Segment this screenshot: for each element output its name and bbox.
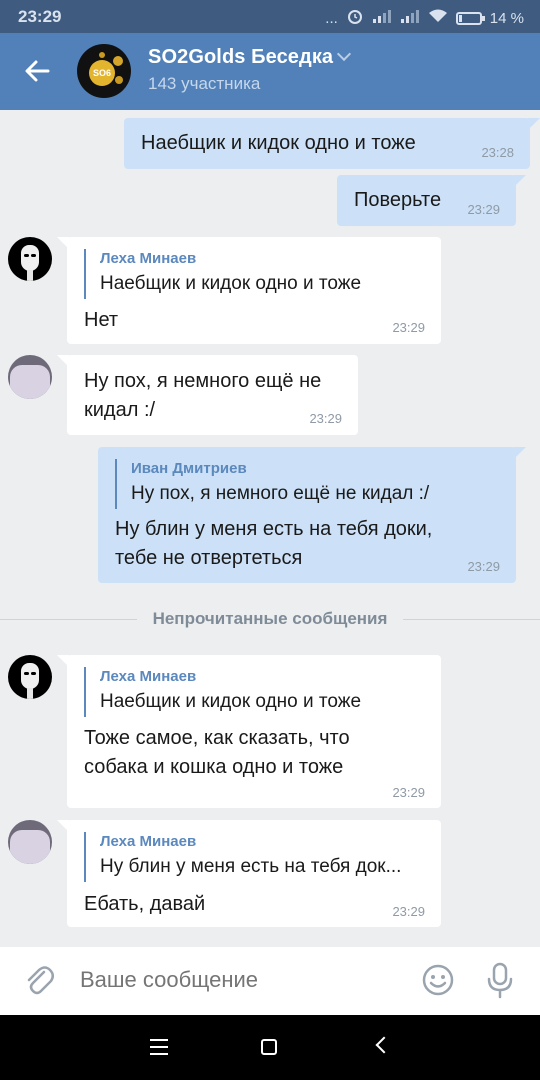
avatar[interactable] [8, 820, 52, 864]
message-time: 23:29 [392, 904, 425, 919]
reply-quote[interactable]: Иван Дмитриев Ну пох, я немного ещё не к… [115, 459, 429, 509]
avatar-eye [24, 672, 29, 675]
message-outgoing[interactable]: Поверьте 23:29 [337, 175, 526, 226]
message-time: 23:29 [392, 785, 425, 800]
chat-title[interactable]: SO2Golds Беседка [148, 46, 352, 69]
message-text-line: Ну блин у меня есть на тебя доки, [115, 518, 433, 540]
message-time: 23:29 [467, 202, 500, 217]
quote-author: Леха Минаев [100, 833, 197, 850]
alarm-icon [346, 7, 364, 29]
battery-percent: 14 % [489, 9, 524, 27]
notification-dots-icon: ... [325, 9, 338, 27]
quote-text: Ну блин у меня есть на тебя док... [100, 856, 402, 877]
nav-home-icon[interactable] [261, 1039, 277, 1055]
message-text: Поверьте [354, 189, 442, 211]
back-arrow-icon[interactable] [20, 53, 56, 89]
quote-author: Леха Минаев [100, 250, 197, 267]
unread-divider-label: Непрочитанные сообщения [0, 609, 540, 629]
unread-divider: Непрочитанные сообщения [0, 605, 540, 635]
message-text-line: кидал :/ [84, 399, 156, 421]
message-text: Нет [84, 309, 119, 331]
attach-icon[interactable] [22, 963, 56, 997]
avatar-dot [115, 76, 123, 84]
message-incoming[interactable]: Ну пох, я немного ещё не кидал :/ 23:29 [57, 355, 358, 435]
mic-icon[interactable] [483, 961, 517, 999]
quote-text: Наебщик и кидок одно и тоже [100, 273, 362, 294]
message-input[interactable] [80, 967, 400, 993]
nav-menu-icon[interactable] [150, 1039, 168, 1055]
message-time: 23:29 [467, 559, 500, 574]
avatar-shirt [10, 365, 50, 399]
avatar-eye [31, 254, 36, 257]
chat-members-count: 143 участника [148, 74, 261, 93]
avatar-tie [27, 270, 33, 281]
avatar-eye [31, 672, 36, 675]
reply-quote[interactable]: Леха Минаев Наебщик и кидок одно и тоже [84, 249, 361, 299]
unread-divider-text: Непрочитанные сообщения [136, 609, 404, 628]
message-text: Ебать, давай [84, 893, 206, 915]
quote-text: Наебщик и кидок одно и тоже [100, 691, 362, 712]
reply-quote[interactable]: Леха Минаев Наебщик и кидок одно и тоже [84, 667, 361, 717]
quote-text: Ну пох, я немного ещё не кидал :/ [131, 483, 430, 504]
message-text-line: Тоже самое, как сказать, что [84, 727, 350, 749]
avatar[interactable] [8, 355, 52, 399]
reply-quote[interactable]: Леха Минаев Ну блин у меня есть на тебя … [84, 832, 401, 882]
chat-avatar[interactable]: SO6 [77, 44, 131, 98]
avatar-dot [99, 52, 105, 58]
message-text-line: собака и кошка одно и тоже [84, 756, 344, 778]
chat-title-text: SO2Golds Беседка [148, 46, 334, 68]
avatar-coin-logo: SO6 [89, 60, 115, 86]
avatar-tie [27, 688, 33, 699]
avatar-mask-face [21, 245, 39, 271]
signal-icon [372, 9, 392, 27]
system-navigation-bar [0, 1015, 540, 1080]
message-outgoing[interactable]: Наебщик и кидок одно и тоже 23:28 [124, 118, 540, 169]
smile-icon[interactable] [421, 963, 455, 997]
chat-header: SO6 SO2Golds Беседка 143 участника [0, 33, 540, 110]
message-text-line: тебе не отвертеться [115, 547, 303, 569]
avatar[interactable] [8, 237, 52, 281]
avatar-dot [113, 56, 123, 66]
chevron-down-icon [337, 46, 352, 62]
avatar-mask-face [21, 663, 39, 689]
battery-icon [455, 11, 485, 25]
status-bar: 23:29 ... 14 % [0, 0, 540, 33]
wifi-icon [428, 9, 448, 27]
quote-author: Иван Дмитриев [131, 460, 247, 477]
message-text: Наебщик и кидок одно и тоже [141, 132, 416, 154]
avatar-shirt [10, 830, 50, 864]
message-incoming[interactable]: Леха Минаев Ну блин у меня есть на тебя … [57, 820, 441, 927]
message-time: 23:28 [481, 145, 514, 160]
nav-back-icon[interactable] [375, 1036, 393, 1054]
battery-fill [458, 14, 462, 22]
status-time: 23:29 [18, 7, 62, 26]
signal-2-icon [400, 9, 420, 27]
message-time: 23:29 [309, 411, 342, 426]
message-input-bar [0, 947, 540, 1015]
message-time: 23:29 [392, 320, 425, 335]
message-incoming[interactable]: Леха Минаев Наебщик и кидок одно и тоже … [57, 237, 441, 344]
quote-author: Леха Минаев [100, 668, 197, 685]
message-incoming[interactable]: Леха Минаев Наебщик и кидок одно и тоже … [57, 655, 441, 808]
message-text-line: Ну пох, я немного ещё не [84, 370, 322, 392]
status-icons: ... 14 % [325, 7, 524, 29]
avatar-eye [24, 254, 29, 257]
message-outgoing[interactable]: Иван Дмитриев Ну пох, я немного ещё не к… [98, 447, 526, 583]
avatar[interactable] [8, 655, 52, 699]
